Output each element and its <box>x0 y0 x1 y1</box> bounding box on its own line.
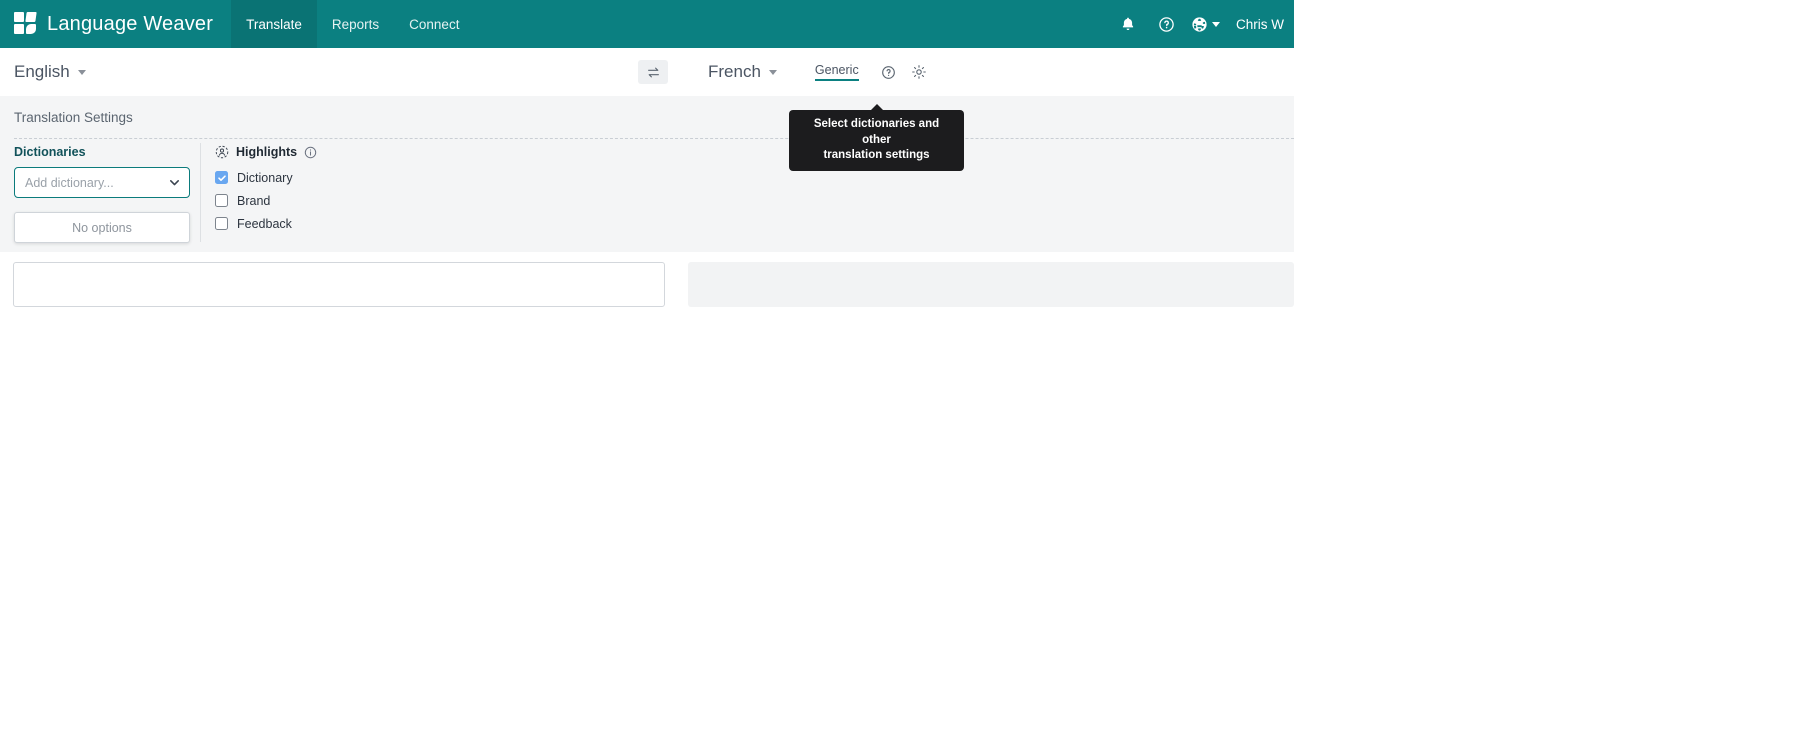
caret-down-icon <box>1212 21 1220 27</box>
application-root: Language Weaver Translate Reports Connec… <box>0 0 1800 753</box>
target-text-panel <box>688 262 1294 307</box>
tooltip-line-1: Select dictionaries and other <box>813 118 940 146</box>
dictionary-dropdown-menu: No options <box>14 212 190 243</box>
nav-item-translate[interactable]: Translate <box>231 0 317 48</box>
dictionaries-label: Dictionaries <box>14 145 86 159</box>
language-center-controls: French Generic <box>638 48 931 96</box>
settings-panel-body: Dictionaries Add dictionary... No option… <box>0 139 1294 252</box>
nav-item-reports[interactable]: Reports <box>317 0 394 48</box>
target-language-label: French <box>708 62 761 81</box>
source-text-editor[interactable] <box>13 262 665 307</box>
nav-item-connect-label: Connect <box>409 16 460 32</box>
translation-settings-title: Translation Settings <box>14 110 133 125</box>
model-tab-generic[interactable]: Generic <box>814 63 859 81</box>
info-circle-icon[interactable] <box>304 146 317 159</box>
top-navigation-bar: Language Weaver Translate Reports Connec… <box>0 0 1294 48</box>
checkbox-feedback[interactable] <box>215 217 228 230</box>
settings-tooltip: Select dictionaries and other translatio… <box>789 110 964 171</box>
nav-item-reports-label: Reports <box>331 16 380 32</box>
user-menu[interactable]: Chris W <box>1224 17 1294 32</box>
model-tab-generic-label: Generic <box>814 63 859 77</box>
highlights-header: Highlights <box>215 145 1294 159</box>
highlights-column: Highlights Dictionary Brand Feedback <box>201 139 1294 252</box>
checkbox-dictionary[interactable] <box>215 171 228 184</box>
source-language-label: English <box>14 62 70 81</box>
user-name-label: Chris W <box>1236 16 1284 32</box>
swap-languages-button[interactable] <box>638 60 668 84</box>
chevron-down-icon <box>768 69 777 75</box>
globe-icon <box>1191 16 1208 33</box>
dictionaries-column: Dictionaries Add dictionary... No option… <box>0 139 200 252</box>
add-dictionary-placeholder: Add dictionary... <box>25 175 114 190</box>
page-blank-area <box>1294 0 1800 753</box>
target-language-selector[interactable]: French <box>708 62 777 82</box>
bell-icon[interactable] <box>1109 0 1147 48</box>
brand-name: Language Weaver <box>47 12 214 35</box>
gear-icon[interactable] <box>907 60 931 84</box>
translation-settings-panel: Translation Settings Dictionaries Add di… <box>0 96 1294 252</box>
checkbox-dictionary-label: Dictionary <box>237 170 293 185</box>
highlight-option-feedback[interactable]: Feedback <box>215 212 1294 235</box>
checkbox-brand[interactable] <box>215 194 228 207</box>
chevron-down-icon <box>77 69 86 75</box>
highlights-user-icon <box>215 145 229 159</box>
highlight-option-dictionary[interactable]: Dictionary <box>215 166 1294 189</box>
tooltip-line-2: translation settings <box>823 149 930 162</box>
brand-home-link[interactable]: Language Weaver <box>0 0 231 48</box>
primary-nav: Translate Reports Connect <box>231 0 474 48</box>
highlight-option-brand[interactable]: Brand <box>215 189 1294 212</box>
source-language-selector[interactable]: English <box>14 48 86 96</box>
language-weaver-logo-icon <box>14 12 38 36</box>
language-bar-icon-group <box>877 60 931 84</box>
highlights-title: Highlights <box>236 145 298 159</box>
language-switcher[interactable] <box>1185 16 1224 33</box>
nav-item-translate-label: Translate <box>246 16 302 32</box>
browser-viewport: Language Weaver Translate Reports Connec… <box>0 0 1294 753</box>
nav-utility-group: Chris W <box>1109 0 1294 48</box>
add-dictionary-select[interactable]: Add dictionary... <box>14 167 190 198</box>
nav-item-connect[interactable]: Connect <box>394 0 474 48</box>
language-selection-bar: English French Generic <box>0 48 1294 96</box>
dictionary-no-options-text: No options <box>72 220 132 235</box>
checkbox-brand-label: Brand <box>237 193 271 208</box>
model-help-icon[interactable] <box>877 60 901 84</box>
checkbox-feedback-label: Feedback <box>237 216 292 231</box>
editor-area <box>0 262 1294 307</box>
chevron-down-icon[interactable] <box>168 176 181 189</box>
help-question-icon[interactable] <box>1147 0 1185 48</box>
